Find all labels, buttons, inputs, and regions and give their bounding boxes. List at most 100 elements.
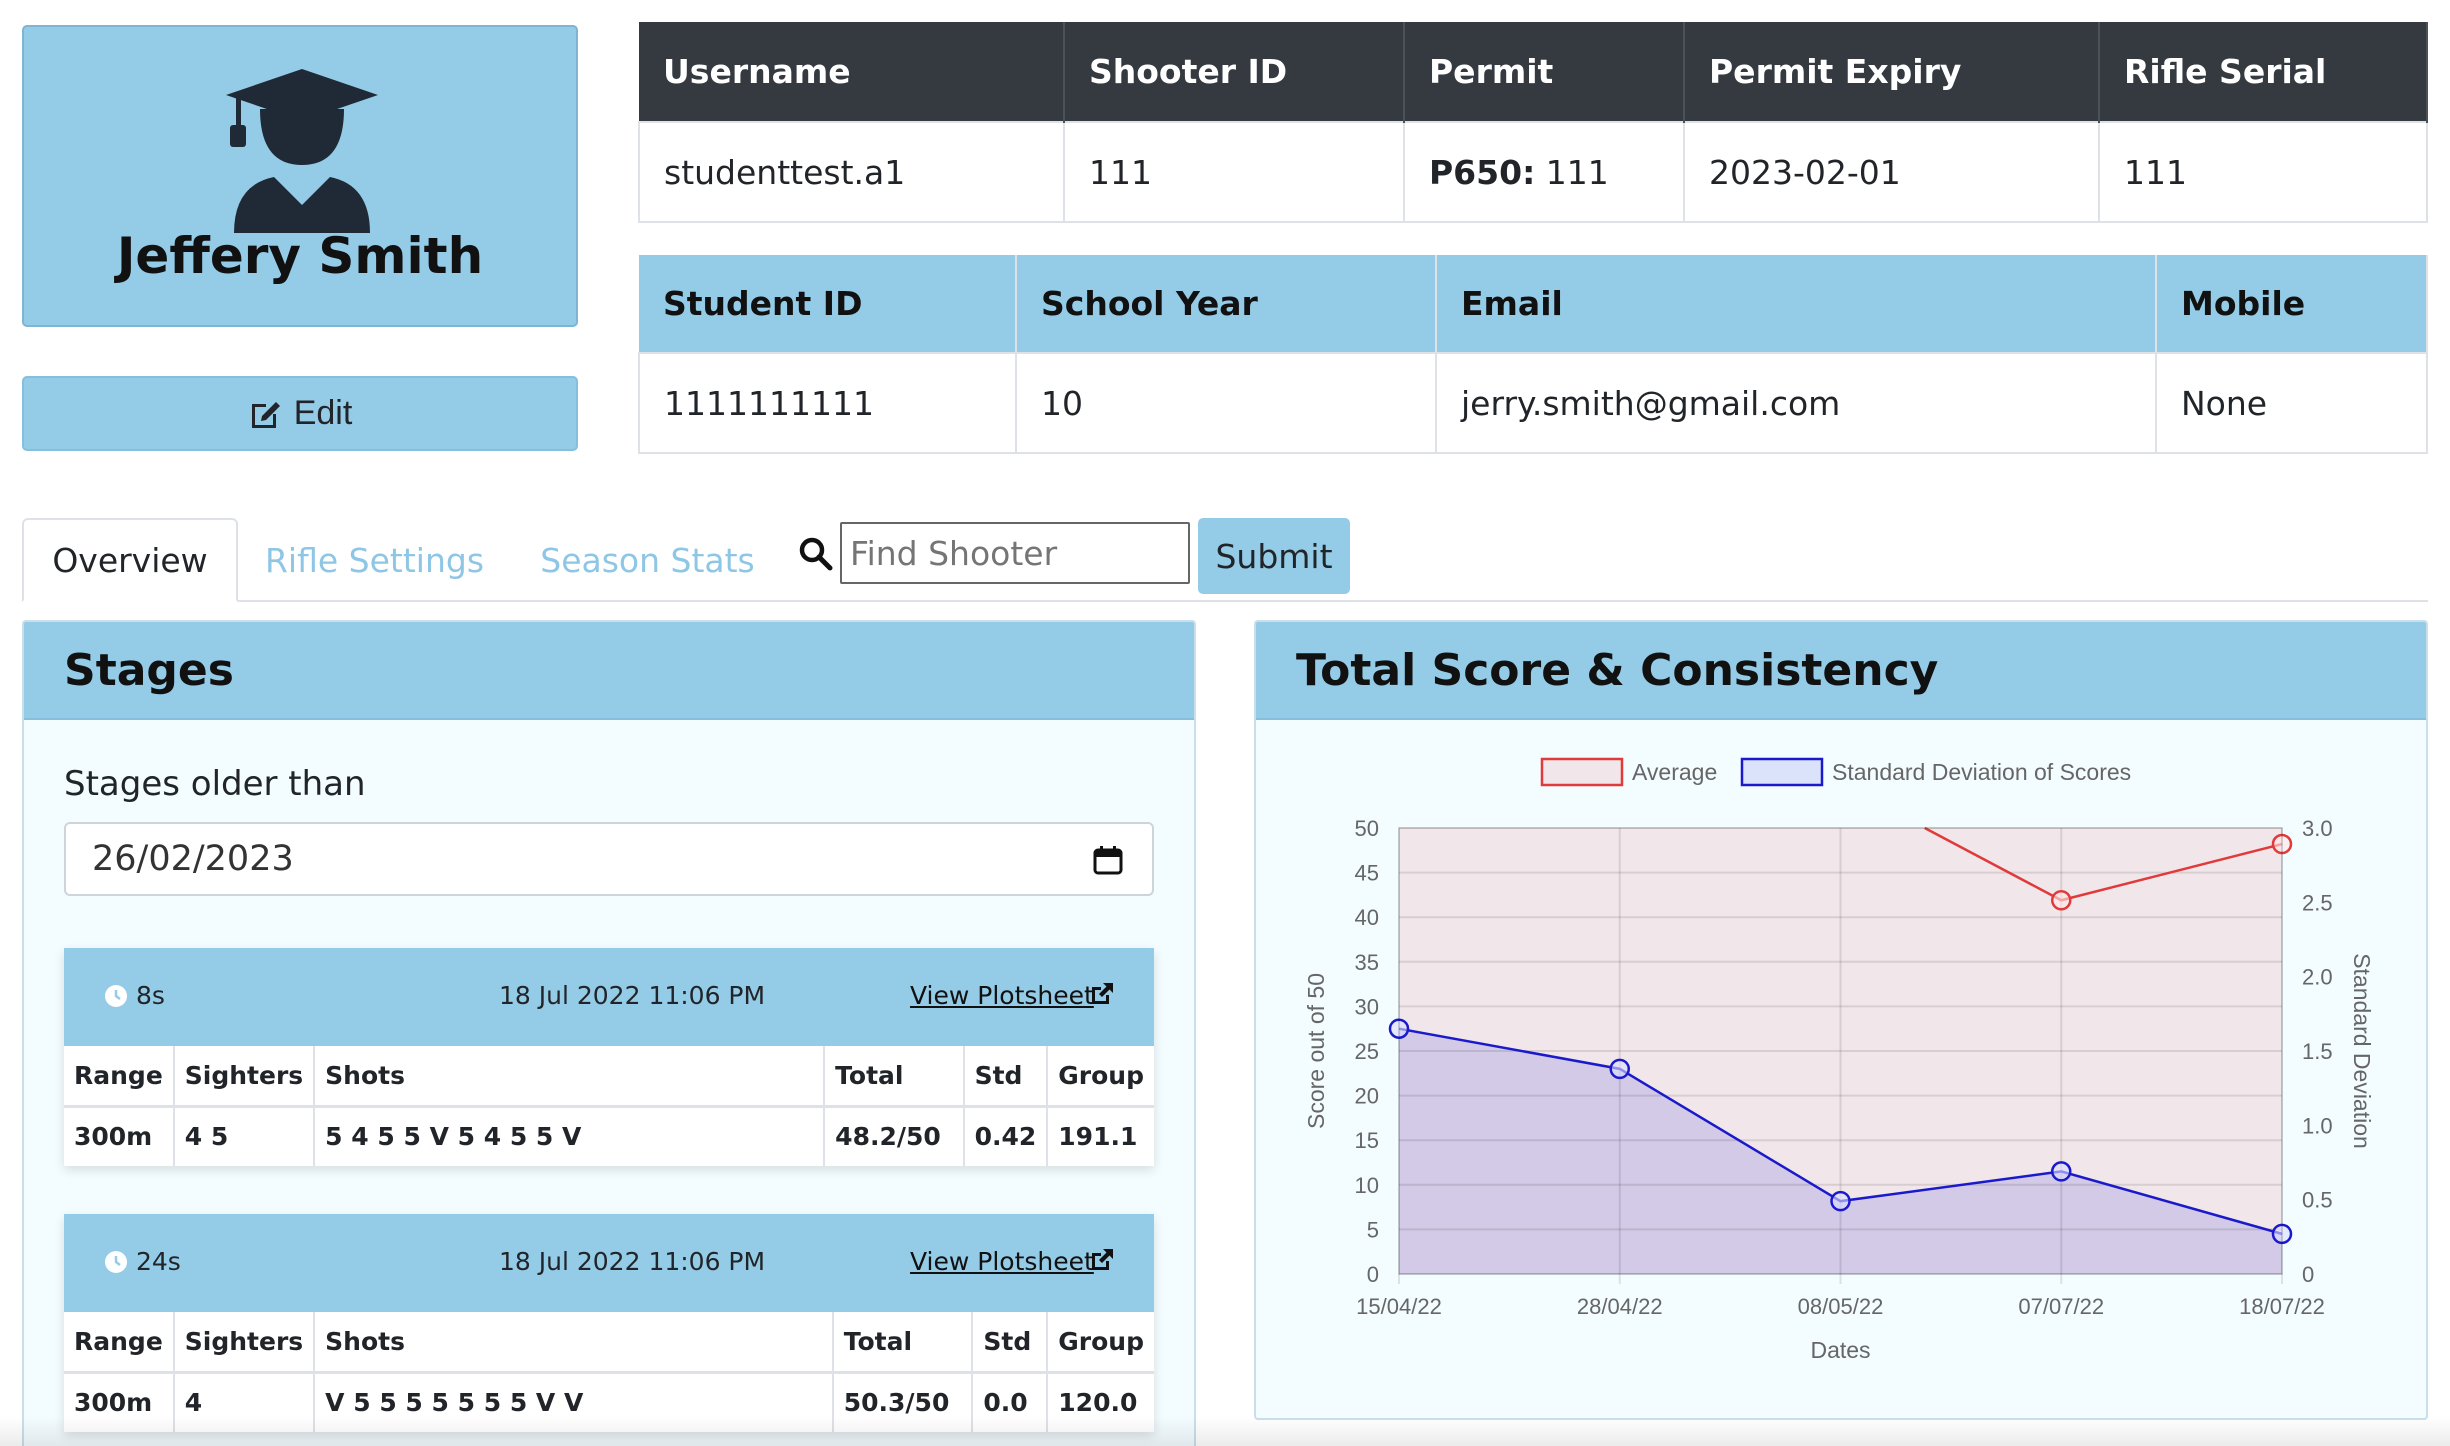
stage-datetime: 18 Jul 2022 11:06 PM: [499, 981, 766, 1010]
col-range: Range: [64, 1046, 175, 1106]
col-username: Username: [639, 22, 1065, 122]
x-tick-label: 15/04/22: [1356, 1294, 1442, 1319]
external-link-icon[interactable]: [1089, 981, 1115, 1007]
date-value: 26/02/2023: [92, 839, 294, 879]
col-rifle-serial: Rifle Serial: [2099, 22, 2428, 122]
col-total: Total: [832, 1312, 974, 1372]
permit-number: 111: [1545, 152, 1609, 192]
chart-title: Total Score & Consistency: [1256, 622, 2426, 720]
col-student-id: Student ID: [639, 255, 1017, 353]
y2-tick-label: 3.0: [2302, 816, 2333, 841]
y2-tick-label: 0.5: [2302, 1188, 2333, 1213]
y2-tick-label: 1.5: [2302, 1039, 2333, 1064]
y2-tick-label: 2.0: [2302, 965, 2333, 990]
y-tick-label: 5: [1367, 1217, 1379, 1242]
clock-icon: [105, 985, 127, 1007]
y2-tick-label: 0: [2302, 1262, 2314, 1287]
std-value: 0.42: [963, 1104, 1049, 1166]
stage-table: Range Sighters Shots Total Std Group 300…: [64, 1312, 1154, 1432]
submit-button[interactable]: Submit: [1198, 518, 1350, 594]
permit-label: P650:: [1429, 152, 1536, 192]
graduate-avatar-icon: [226, 69, 378, 233]
view-plotsheet-link[interactable]: View Plotsheet: [910, 981, 1094, 1010]
stage-duration: 8s: [136, 981, 165, 1010]
stage-duration: 24s: [136, 1247, 181, 1276]
shooter-info-table: Username Shooter ID Permit Permit Expiry…: [638, 22, 2428, 223]
search-icon: [799, 537, 833, 571]
mobile-value: None: [2155, 352, 2428, 454]
clock-icon: [105, 1251, 127, 1273]
stage-datetime: 18 Jul 2022 11:06 PM: [499, 1247, 766, 1276]
col-std: Std: [963, 1046, 1049, 1106]
tab-season-stats[interactable]: Season Stats: [530, 518, 765, 602]
stage-card: 24s 18 Jul 2022 11:06 PM View Plotsheet …: [64, 1214, 1154, 1432]
score-consistency-chart: 0 5 10 15 20 25 30 35 40 45 50 0 0.5 1.0 1.5 2.0 2.5 3.0 1…: [1303, 757, 2375, 1363]
std-point: [1830, 1190, 1851, 1212]
col-shots: Shots: [314, 1312, 834, 1372]
stage-card-header: 24s 18 Jul 2022 11:06 PM View Plotsheet: [64, 1214, 1154, 1312]
y-tick-label: 45: [1355, 861, 1379, 886]
legend-average-label: Average: [1632, 759, 1717, 785]
bottom-shade: [0, 1416, 2450, 1446]
legend-std-label: Standard Deviation of Scores: [1832, 759, 2131, 785]
col-sighters: Sighters: [173, 1312, 316, 1372]
tab-rifle-settings[interactable]: Rifle Settings: [262, 518, 487, 602]
school-year-value: 10: [1015, 352, 1437, 454]
external-link-icon[interactable]: [1089, 1247, 1115, 1273]
y-tick-label: 30: [1355, 994, 1379, 1019]
col-range: Range: [64, 1312, 175, 1372]
std-point: [2051, 1161, 2072, 1182]
sighters-value: 4 5: [173, 1104, 316, 1166]
y2-axis-title: Standard Deviation: [2349, 953, 2375, 1149]
stage-card: 8s 18 Jul 2022 11:06 PM View Plotsheet R…: [64, 948, 1154, 1166]
y2-tick-label: 2.5: [2302, 890, 2333, 915]
col-school-year: School Year: [1016, 255, 1437, 353]
y-axis-title: Score out of 50: [1303, 973, 1329, 1129]
y-tick-label: 35: [1355, 950, 1379, 975]
group-value: 191.1: [1047, 1104, 1154, 1166]
student-info-table: Student ID School Year Email Mobile 1111…: [638, 255, 2428, 454]
y-tick-label: 0: [1367, 1262, 1379, 1287]
col-shots: Shots: [314, 1046, 826, 1106]
col-mobile: Mobile: [2156, 255, 2428, 353]
col-total: Total: [824, 1046, 965, 1106]
tab-overview[interactable]: Overview: [22, 518, 238, 602]
stages-older-label: Stages older than: [64, 764, 366, 804]
x-tick-label: 07/07/22: [2018, 1294, 2104, 1319]
stages-date-input[interactable]: 26/02/2023: [64, 822, 1154, 896]
rifle-serial-value: 111: [2098, 121, 2428, 223]
stages-panel: Stages Stages older than 26/02/2023 8s 1…: [22, 620, 1196, 1446]
shots-value: 5 4 5 5 V 5 4 5 5 V: [314, 1104, 826, 1166]
col-group: Group: [1058, 1326, 1144, 1356]
average-point: [2051, 890, 2072, 911]
email-value: jerry.smith@gmail.com: [1435, 352, 2157, 454]
legend-std-swatch: [1740, 757, 1824, 787]
calendar-icon[interactable]: [1092, 844, 1124, 876]
col-sighters: Sighters: [173, 1046, 316, 1106]
permit-value: P650: 111: [1403, 121, 1685, 223]
col-email: Email: [1436, 255, 2157, 353]
stages-title: Stages: [24, 622, 1194, 720]
col-permit-expiry: Permit Expiry: [1684, 22, 2100, 122]
edit-button-label: Edit: [293, 394, 353, 432]
y-tick-label: 20: [1355, 1084, 1379, 1109]
edit-button[interactable]: Edit: [22, 376, 578, 451]
edit-icon: [251, 401, 280, 428]
find-shooter-input[interactable]: [840, 522, 1190, 584]
chart-panel: Total Score & Consistency 0 5 10 15 20 25 30 35…: [1254, 620, 2428, 1420]
y-tick-label: 15: [1355, 1128, 1379, 1153]
y-tick-label: 50: [1355, 816, 1379, 841]
x-tick-label: 08/05/22: [1798, 1294, 1884, 1319]
y-tick-label: 10: [1355, 1173, 1379, 1198]
profile-name: Jeffery Smith: [116, 227, 484, 285]
username-value: studenttest.a1: [638, 121, 1065, 223]
shooter-id-value: 111: [1063, 121, 1405, 223]
total-value: 48.2/50: [824, 1104, 965, 1166]
col-shooter-id: Shooter ID: [1064, 22, 1405, 122]
col-permit: Permit: [1404, 22, 1685, 122]
y2-tick-label: 1.0: [2302, 1113, 2333, 1138]
view-plotsheet-link[interactable]: View Plotsheet: [910, 1247, 1094, 1276]
x-axis-title: Dates: [1810, 1337, 1870, 1363]
permit-expiry-value: 2023-02-01: [1683, 121, 2100, 223]
range-value: 300m: [64, 1104, 175, 1166]
